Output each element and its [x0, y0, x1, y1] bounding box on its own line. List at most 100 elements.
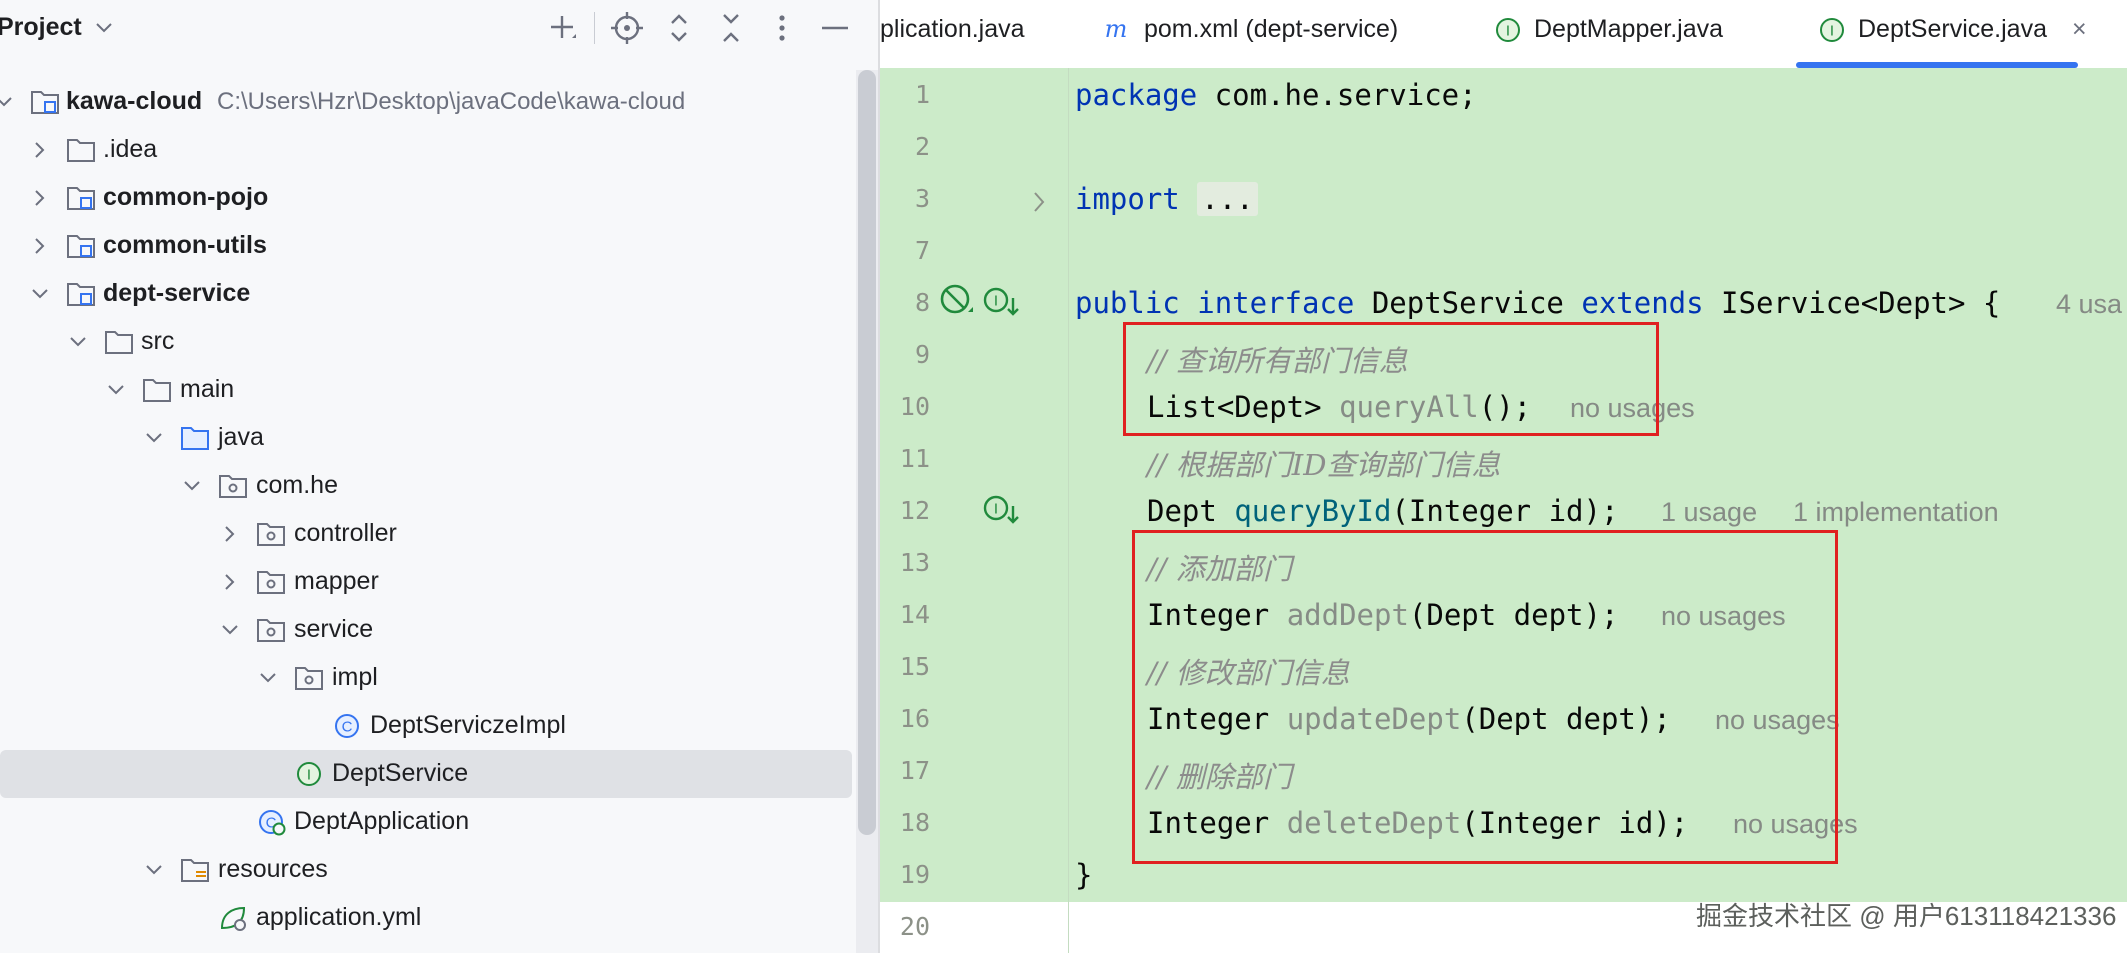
tree-item-deptapplication[interactable]: C DeptApplication [0, 798, 852, 846]
chevron-right-icon[interactable] [220, 524, 240, 544]
tree-item-service[interactable]: service [0, 606, 852, 654]
code-line-8: public interface DeptService extends ISe… [1075, 286, 2001, 320]
tab-label: DeptMapper.java [1534, 15, 1724, 43]
svg-text:I: I [307, 767, 311, 784]
line-number: 2 [914, 132, 930, 161]
chevron-down-icon[interactable] [68, 332, 88, 352]
chevron-down-icon[interactable] [0, 92, 14, 112]
tree-item-label: common-utils [103, 231, 267, 259]
add-icon[interactable] [546, 10, 582, 46]
tree-item-main[interactable]: main [0, 366, 852, 414]
usages-hint[interactable]: 4 usa [2056, 289, 2122, 320]
hide-icon[interactable] [817, 10, 853, 46]
package-icon [257, 571, 285, 594]
tree-item-label: com.he [256, 471, 338, 499]
line-number: 13 [899, 548, 930, 577]
resources-folder-icon [181, 859, 209, 882]
implemented-method-icon[interactable]: I [982, 492, 1022, 528]
interface-icon: I [1820, 18, 1844, 42]
usages-hint[interactable]: 1 usage [1661, 497, 1757, 528]
tree-item-idea[interactable]: .idea [0, 126, 852, 174]
tree-item-application-yml[interactable]: application.yml [0, 894, 852, 942]
folded-imports[interactable]: ... [1197, 182, 1258, 216]
tree-item-deptserviczeimpl[interactable]: C DeptServiczeImpl [0, 702, 852, 750]
no-entry-icon[interactable] [938, 282, 976, 320]
line-number: 17 [899, 756, 930, 785]
implementations-hint[interactable]: 1 implementation [1793, 497, 1999, 528]
code-line-19: } [1075, 858, 1093, 892]
chevron-down-icon[interactable] [258, 668, 278, 688]
chevron-right-icon[interactable] [30, 140, 50, 160]
tree-item-com-he[interactable]: com.he [0, 462, 852, 510]
chevron-right-icon[interactable] [220, 572, 240, 592]
tree-item-label: DeptServiczeImpl [370, 711, 566, 739]
module-folder-icon [31, 91, 59, 114]
tree-item-kawa-cloud[interactable]: kawa-cloud C:\Users\Hzr\Desktop\javaCode… [0, 78, 852, 126]
svg-text:I: I [1506, 23, 1510, 40]
fold-chevron-right-icon[interactable] [1030, 190, 1050, 214]
package-icon [257, 523, 285, 546]
package-icon [295, 667, 323, 690]
tab-pom-xml[interactable]: m pom.xml (dept-service) [1102, 0, 1432, 66]
tree-item-label: service [294, 615, 374, 643]
tree-item-label: kawa-cloud [66, 87, 203, 115]
folder-icon [105, 331, 133, 354]
project-view-selector[interactable]: Project [0, 13, 113, 42]
line-number: 10 [899, 392, 930, 421]
tab-deptmapper-java[interactable]: I DeptMapper.java [1494, 0, 1754, 66]
chevron-right-icon[interactable] [30, 236, 50, 256]
spring-boot-class-icon: C [259, 810, 286, 836]
tree-item-dept-service[interactable]: dept-service [0, 270, 852, 318]
expand-all-icon[interactable] [661, 10, 697, 46]
chevron-right-icon[interactable] [30, 188, 50, 208]
folder-icon [67, 139, 95, 162]
chevron-down-icon[interactable] [106, 380, 126, 400]
toolbar-separator [594, 12, 595, 44]
svg-text:m: m [1105, 16, 1128, 43]
highlight-box [1123, 322, 1659, 436]
chevron-down-icon[interactable] [182, 476, 202, 496]
tab-label: DeptService.java [1858, 15, 2047, 43]
tree-item-common-utils[interactable]: common-utils [0, 222, 852, 270]
svg-text:I: I [994, 501, 998, 518]
tree-item-java[interactable]: java [0, 414, 852, 462]
tree-item-label: .idea [103, 135, 158, 163]
tab-deptservice-java[interactable]: I DeptService.java × [1818, 0, 2118, 66]
tree-item-label: main [180, 375, 235, 403]
chevron-down-icon[interactable] [30, 284, 50, 304]
tree-item-controller[interactable]: controller [0, 510, 852, 558]
tab-application-java[interactable]: plication.java [880, 0, 1040, 66]
tree-item-deptservice[interactable]: I DeptService [0, 750, 852, 798]
line-number: 15 [899, 652, 930, 681]
highlight-box [1132, 530, 1838, 864]
locate-icon[interactable] [609, 10, 645, 46]
svg-text:I: I [994, 293, 998, 310]
maven-icon: m [1105, 16, 1128, 43]
tree-item-mapper[interactable]: mapper [0, 558, 852, 606]
tree-item-resources[interactable]: resources [0, 846, 852, 894]
line-number: 12 [899, 496, 930, 525]
close-icon[interactable]: × [2072, 15, 2087, 44]
tree-item-label: application.yml [256, 903, 422, 931]
package-icon [257, 619, 285, 642]
tree-item-label: dept-service [103, 279, 251, 307]
tree-item-label: mapper [294, 567, 379, 595]
code-line-3: import ... [1075, 182, 1258, 216]
line-number: 9 [914, 340, 930, 369]
chevron-down-icon[interactable] [144, 428, 164, 448]
line-number: 19 [899, 860, 930, 889]
source-folder-icon [181, 427, 209, 450]
chevron-down-icon[interactable] [220, 620, 240, 640]
more-icon[interactable] [764, 10, 800, 46]
tree-scrollbar-thumb[interactable] [858, 70, 876, 835]
collapse-all-icon[interactable] [713, 10, 749, 46]
gutter-separator [1068, 68, 1069, 953]
implemented-interface-icon[interactable]: I [982, 284, 1022, 320]
line-number: 18 [899, 808, 930, 837]
chevron-down-icon[interactable] [144, 860, 164, 880]
tree-item-src[interactable]: src [0, 318, 852, 366]
tree-item-common-pojo[interactable]: common-pojo [0, 174, 852, 222]
tree-item-label: common-pojo [103, 183, 269, 211]
tree-item-label: resources [218, 855, 328, 883]
tree-item-impl[interactable]: impl [0, 654, 852, 702]
